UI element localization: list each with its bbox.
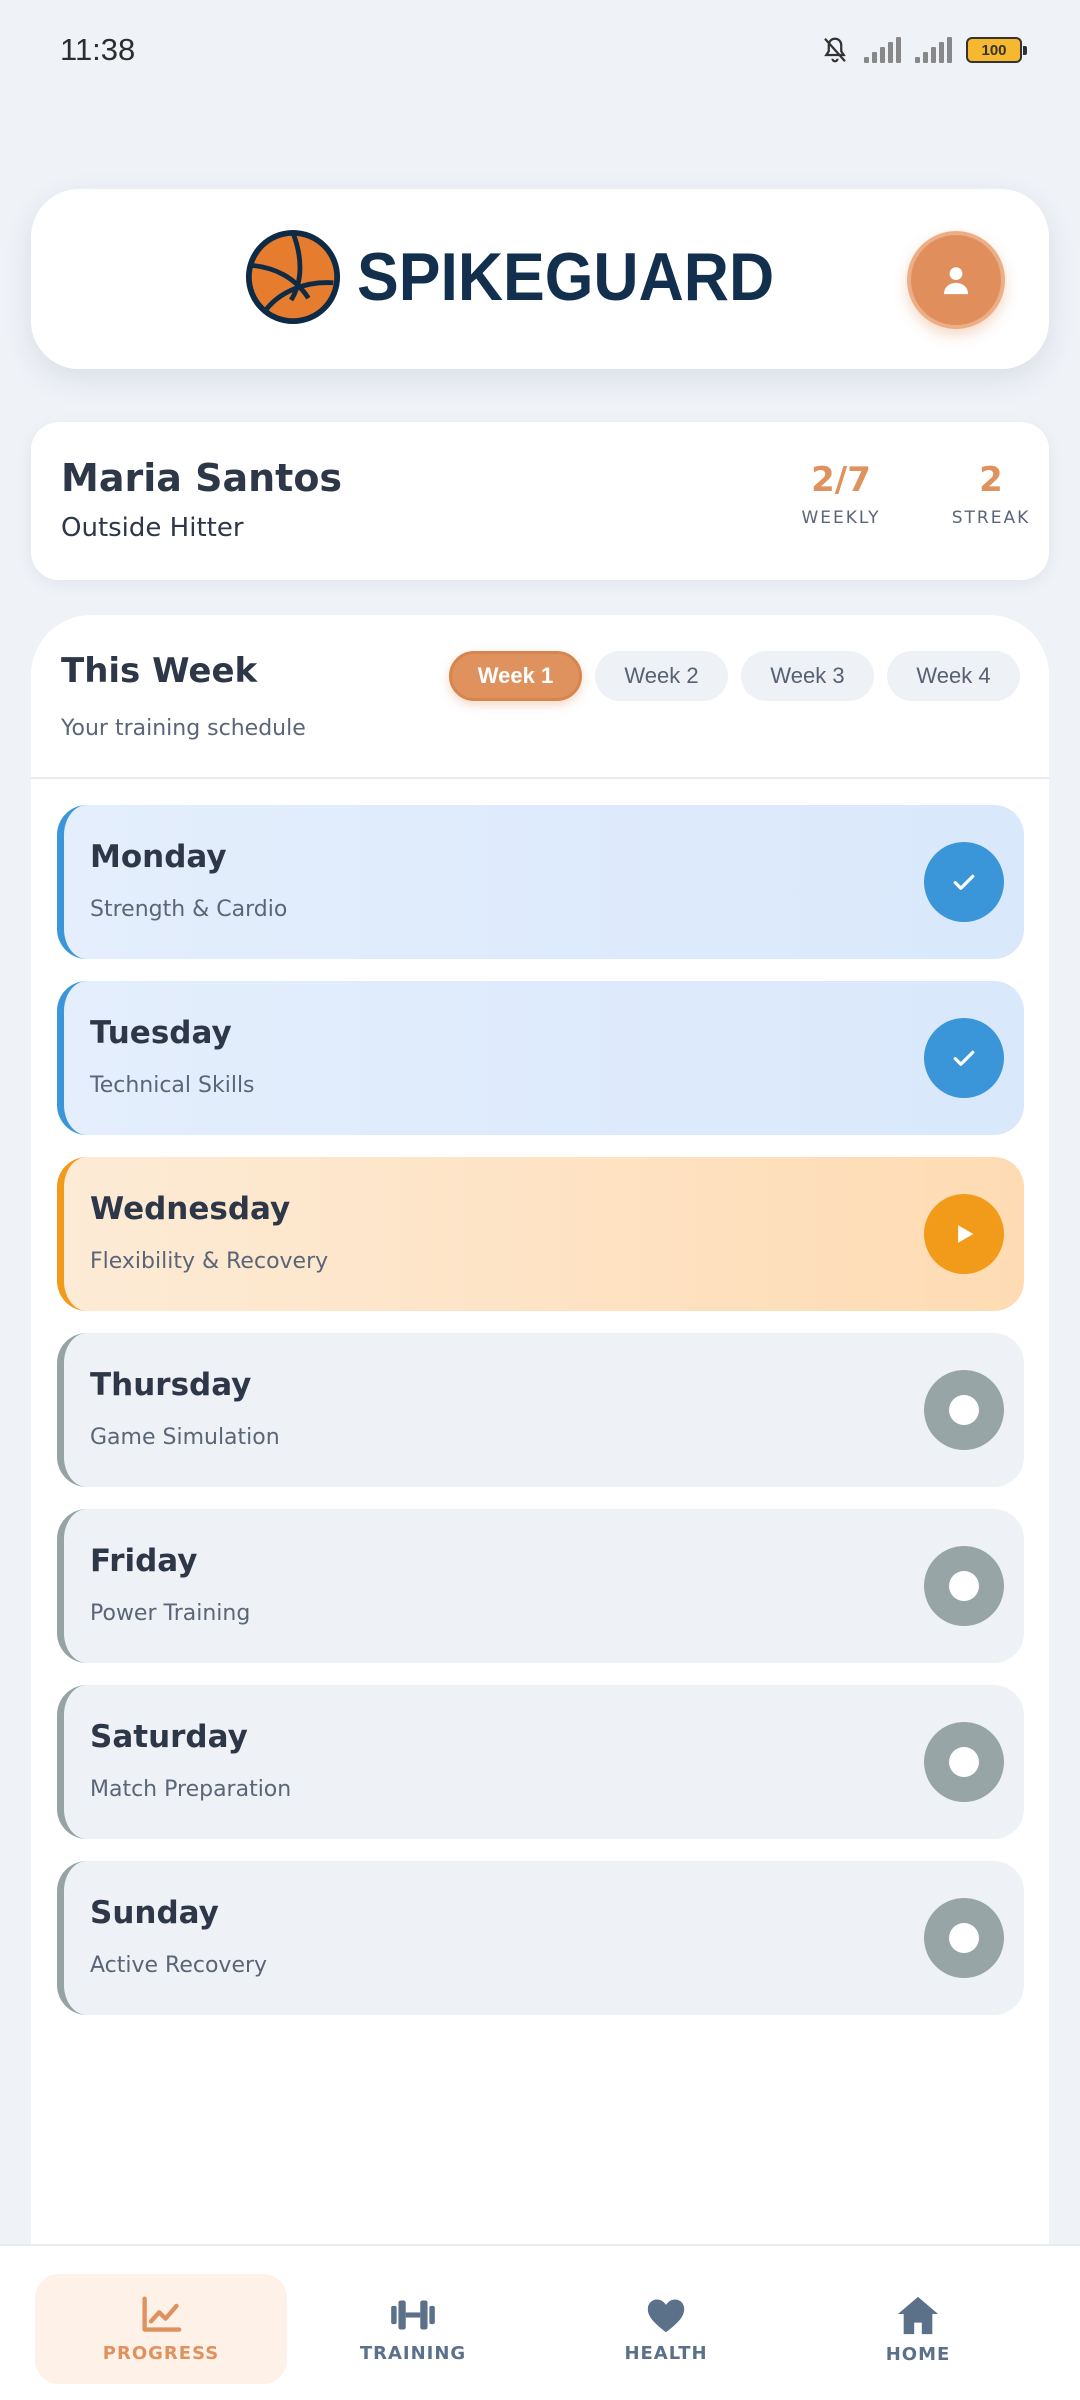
day-card-wednesday[interactable]: Wednesday Flexibility & Recovery — [57, 1157, 1024, 1311]
day-focus: Game Simulation — [90, 1425, 280, 1450]
weekly-stat: 2/7 WEEKLY — [771, 460, 911, 528]
app-name: SPIKEGUARD — [357, 239, 775, 315]
day-card-tuesday[interactable]: Tuesday Technical Skills — [57, 981, 1024, 1135]
pending-dot-icon — [949, 1571, 979, 1601]
nav-health[interactable]: HEALTH — [540, 2274, 792, 2384]
day-card-sunday[interactable]: Sunday Active Recovery — [57, 1861, 1024, 2015]
heart-icon — [647, 2299, 685, 2332]
day-focus: Strength & Cardio — [90, 897, 288, 922]
battery-level: 100 — [981, 41, 1007, 59]
nav-home[interactable]: HOME — [792, 2274, 1044, 2384]
divider — [31, 777, 1049, 779]
pending-dot-icon — [949, 1395, 979, 1425]
home-icon — [897, 2296, 939, 2334]
day-focus: Power Training — [90, 1601, 251, 1626]
day-card-monday[interactable]: Monday Strength & Cardio — [57, 805, 1024, 959]
nav-training[interactable]: TRAINING — [287, 2274, 539, 2384]
weekly-stat-value: 2/7 — [811, 460, 871, 500]
schedule-subtitle: Your training schedule — [61, 716, 306, 741]
day-name: Friday — [90, 1543, 198, 1579]
week-schedule-panel: This Week Your training schedule Week 1 … — [31, 615, 1049, 2245]
chart-line-icon — [142, 2295, 182, 2332]
day-status-button[interactable] — [924, 1546, 1004, 1626]
status-icons: 100 — [820, 35, 1027, 65]
streak-stat: 2 STREAK — [921, 460, 1061, 528]
day-name: Tuesday — [90, 1015, 232, 1051]
bell-muted-icon — [824, 37, 846, 63]
nav-label: PROGRESS — [102, 2342, 220, 2364]
nav-label: HOME — [885, 2343, 951, 2365]
day-focus: Flexibility & Recovery — [90, 1249, 329, 1274]
signal-icon — [864, 37, 901, 63]
nav-label: HEALTH — [624, 2342, 708, 2364]
bottom-nav: PROGRESS TRAINING HEALTH HOME — [0, 2244, 1080, 2400]
pending-dot-icon — [949, 1747, 979, 1777]
day-name: Sunday — [90, 1895, 219, 1931]
day-name: Thursday — [90, 1367, 252, 1403]
check-icon — [953, 1050, 975, 1066]
pending-dot-icon — [949, 1923, 979, 1953]
play-icon — [958, 1225, 974, 1243]
streak-stat-value: 2 — [979, 460, 1003, 500]
tab-week-3[interactable]: Week 3 — [741, 651, 874, 701]
streak-stat-label: STREAK — [951, 508, 1031, 528]
dumbbell-icon — [391, 2299, 435, 2330]
battery-icon: 100 — [966, 37, 1027, 63]
day-name: Wednesday — [90, 1191, 291, 1227]
day-focus: Match Preparation — [90, 1777, 292, 1802]
day-focus: Technical Skills — [90, 1073, 255, 1098]
day-status-button[interactable] — [924, 1018, 1004, 1098]
day-status-button[interactable] — [924, 1370, 1004, 1450]
status-bar: 11:38 100 — [0, 0, 1080, 100]
tab-week-2[interactable]: Week 2 — [595, 651, 728, 701]
day-status-button[interactable] — [924, 1898, 1004, 1978]
day-name: Saturday — [90, 1719, 248, 1755]
status-time: 11:38 — [60, 32, 136, 67]
week-tabs: Week 1 Week 2 Week 3 Week 4 — [449, 651, 1020, 701]
user-icon — [943, 267, 969, 295]
day-status-button[interactable] — [924, 842, 1004, 922]
nav-progress[interactable]: PROGRESS — [35, 2274, 287, 2384]
day-focus: Active Recovery — [90, 1953, 268, 1978]
volleyball-icon — [245, 229, 341, 325]
day-status-button[interactable] — [924, 1722, 1004, 1802]
app-logo: SPIKEGUARD — [245, 229, 810, 325]
tab-week-1[interactable]: Week 1 — [449, 651, 582, 701]
athlete-position: Outside Hitter — [61, 513, 244, 543]
day-status-button[interactable] — [924, 1194, 1004, 1274]
weekly-stat-label: WEEKLY — [801, 508, 881, 528]
athlete-profile-card: Maria Santos Outside Hitter 2/7 WEEKLY 2… — [31, 422, 1049, 580]
signal-icon — [915, 37, 952, 63]
profile-avatar-button[interactable] — [907, 231, 1005, 329]
day-card-thursday[interactable]: Thursday Game Simulation — [57, 1333, 1024, 1487]
tab-week-4[interactable]: Week 4 — [887, 651, 1020, 701]
nav-label: TRAINING — [359, 2342, 467, 2364]
day-card-saturday[interactable]: Saturday Match Preparation — [57, 1685, 1024, 1839]
athlete-name: Maria Santos — [61, 456, 343, 500]
day-name: Monday — [90, 839, 227, 875]
day-card-friday[interactable]: Friday Power Training — [57, 1509, 1024, 1663]
check-icon — [953, 874, 975, 890]
app-header: SPIKEGUARD — [31, 189, 1049, 369]
schedule-title: This Week — [61, 651, 258, 691]
